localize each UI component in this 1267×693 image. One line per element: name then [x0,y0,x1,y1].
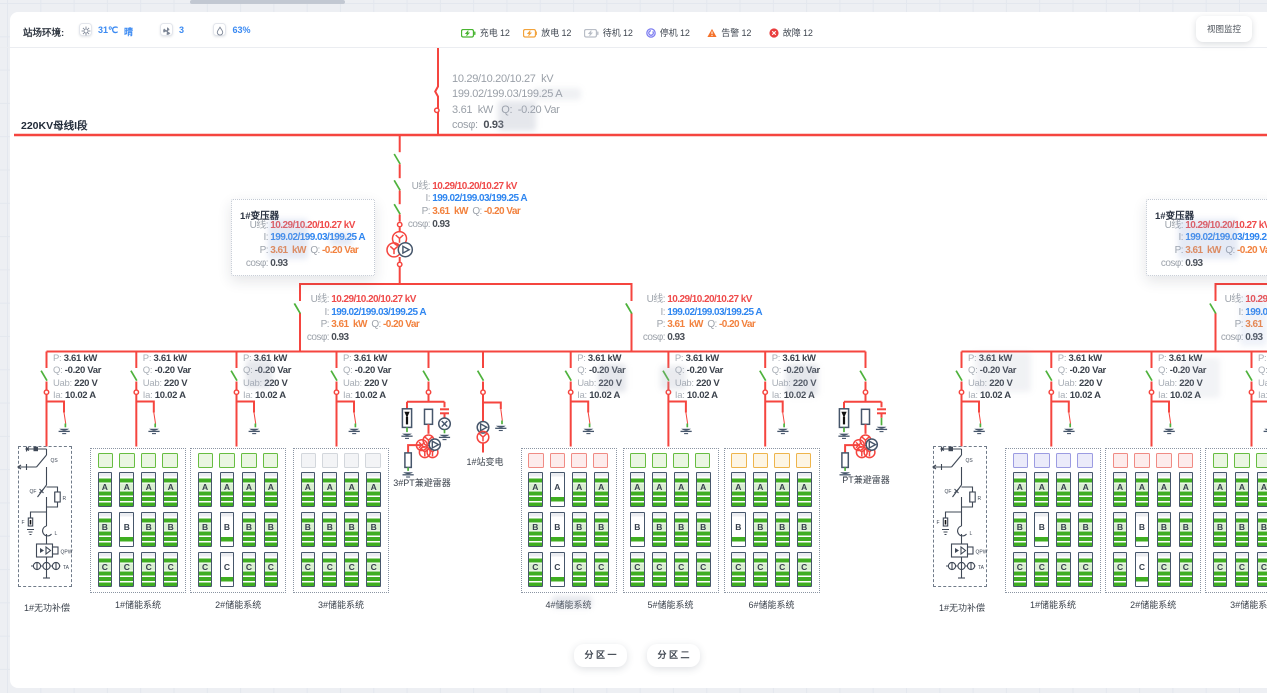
svg-text:TA: TA [978,565,985,571]
svg-text:QS: QS [51,458,59,464]
svg-text:QS: QS [966,458,974,464]
svg-text:L: L [55,531,58,537]
svg-text:F: F [937,520,940,526]
svg-text:QF: QF [30,489,37,495]
svg-text:L: L [970,531,973,537]
svg-text:QPW: QPW [976,550,988,556]
svg-text:R: R [63,496,67,502]
svg-text:QPW: QPW [61,550,73,556]
svg-text:TA: TA [63,565,70,571]
svg-text:QF: QF [945,489,952,495]
svg-text:R: R [978,496,982,502]
svg-text:F: F [22,520,25,526]
